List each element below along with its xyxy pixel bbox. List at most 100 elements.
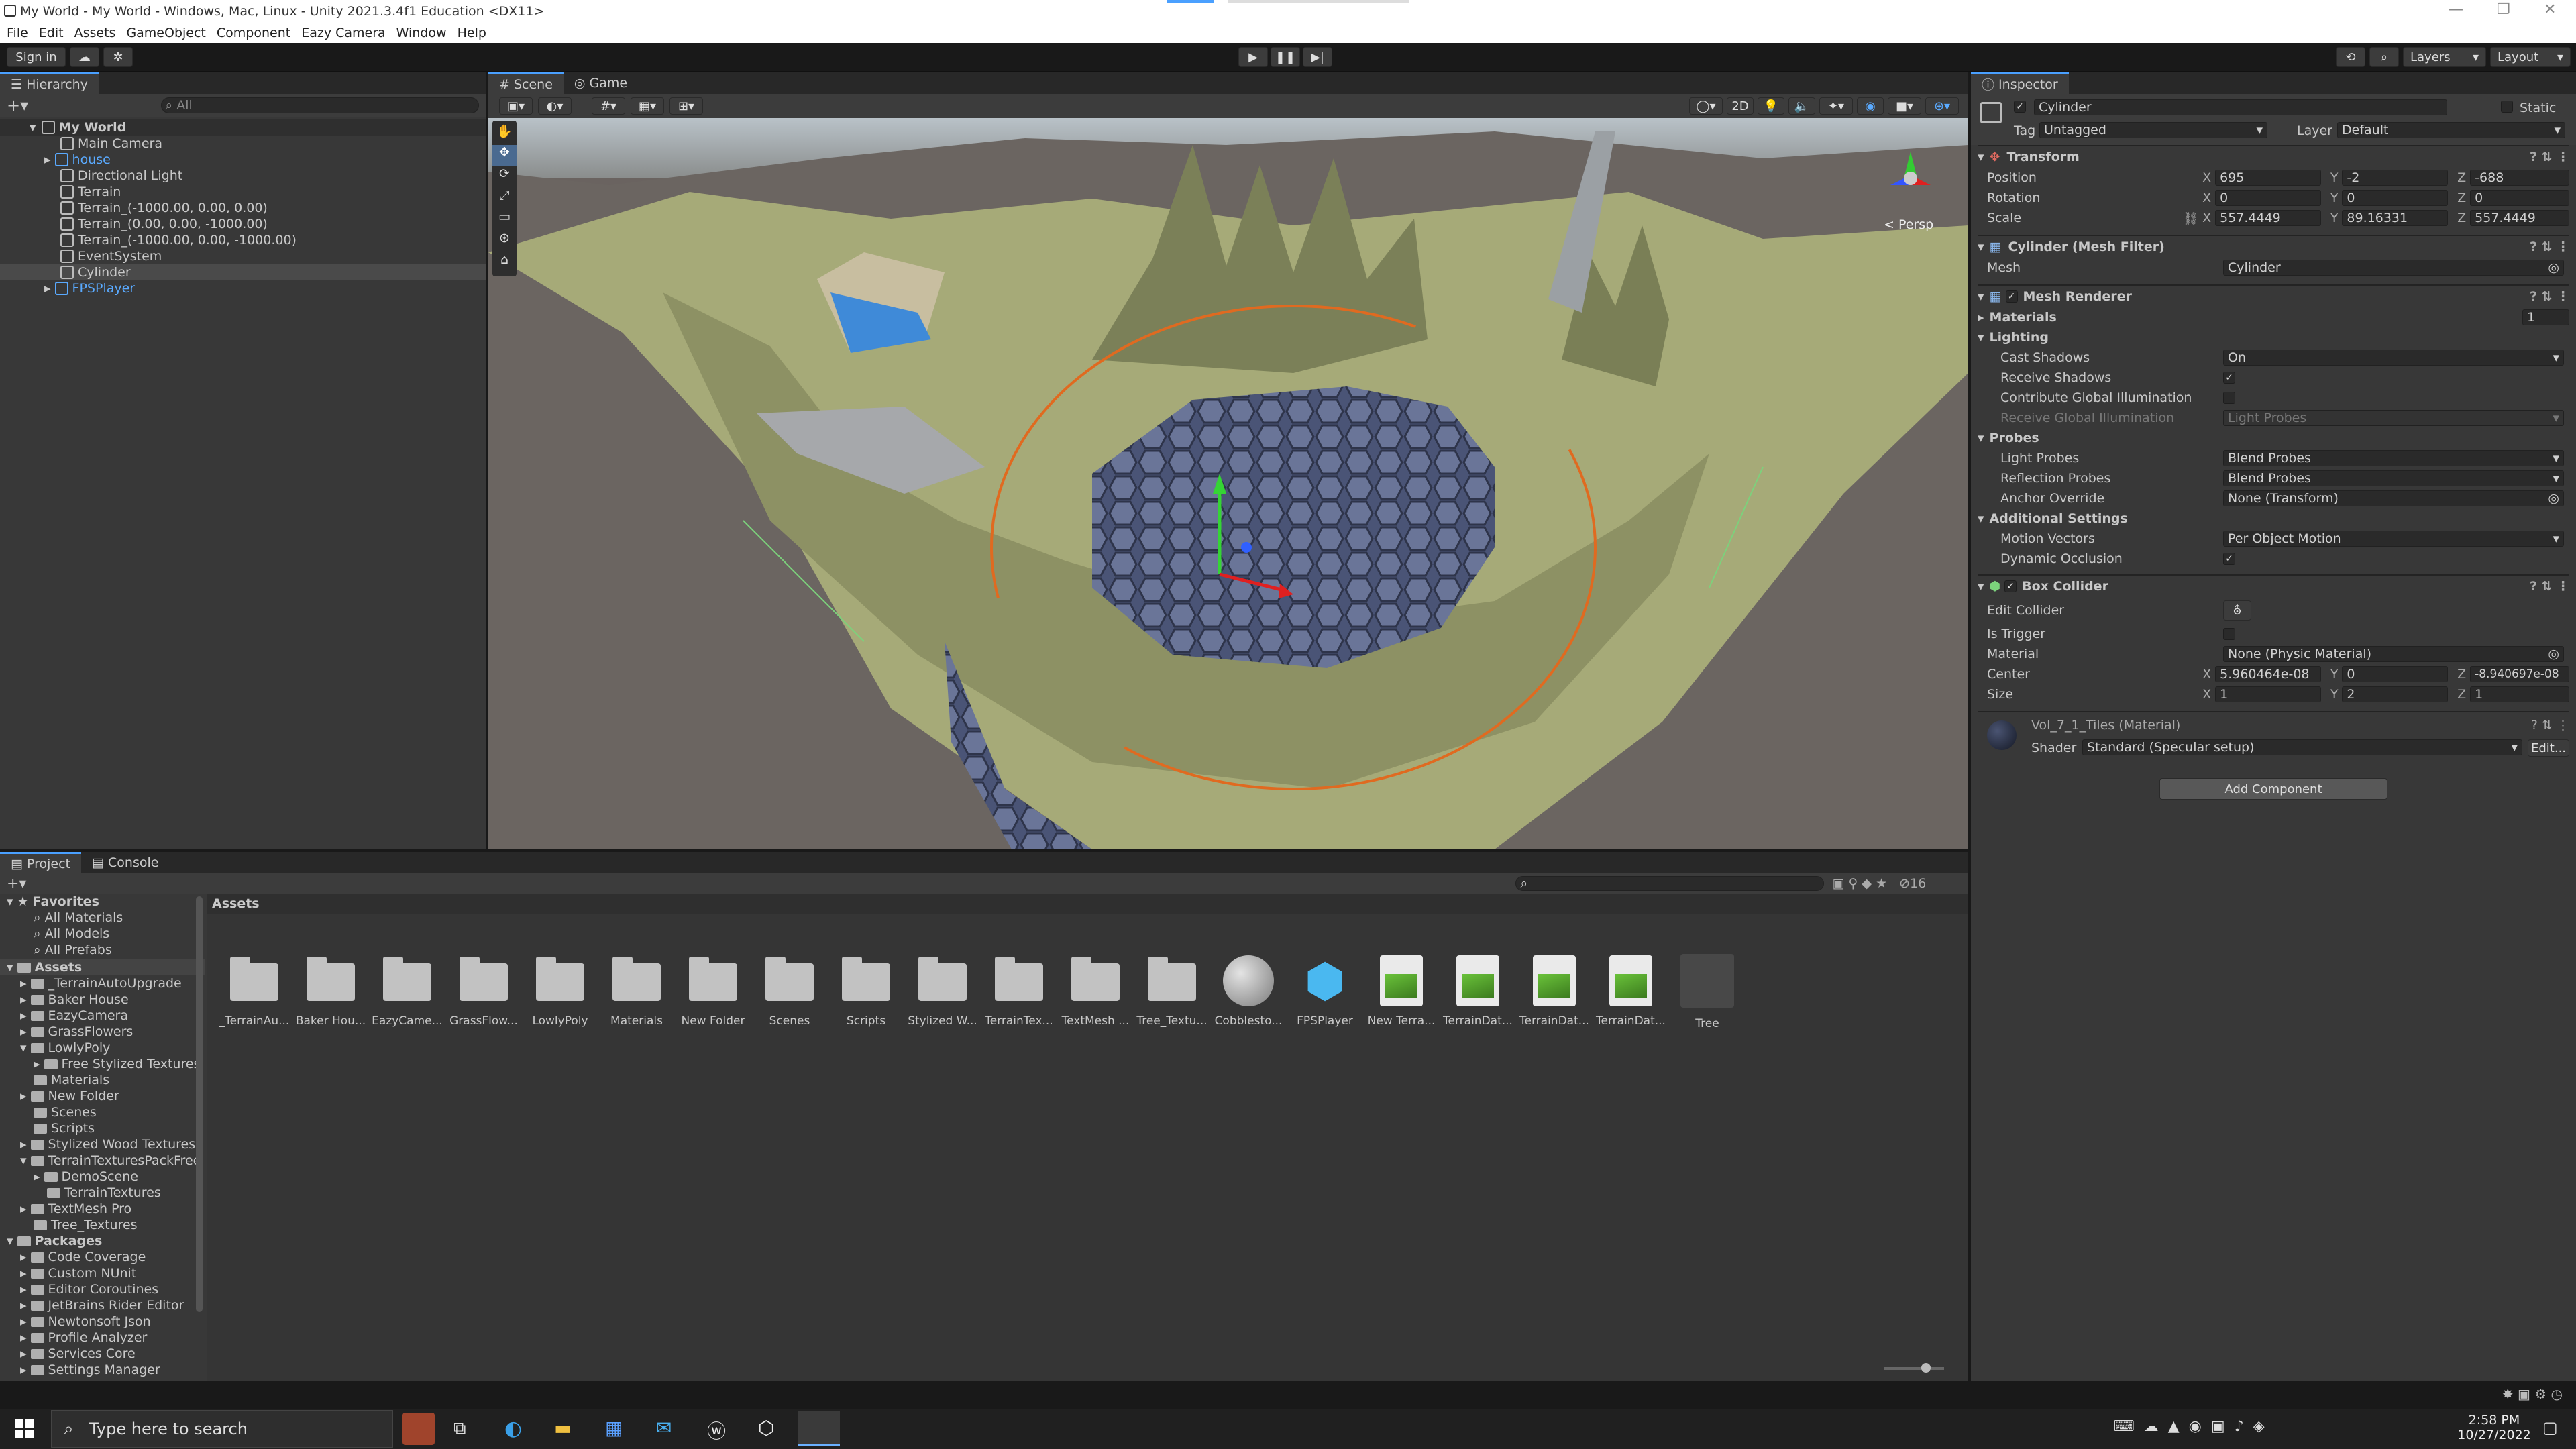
scale-x-field[interactable]: 557.4449 bbox=[2215, 210, 2321, 226]
asset-item[interactable]: New Folder bbox=[675, 957, 751, 1028]
icon-size-slider-thumb[interactable] bbox=[1921, 1363, 1931, 1373]
unity-hub-icon[interactable]: ⬡ bbox=[758, 1417, 774, 1439]
transform-tool-icon[interactable]: ⊛ bbox=[492, 231, 517, 252]
hierarchy-item-terrain-2[interactable]: Terrain_(0.00, 0.00, -1000.00) bbox=[0, 216, 486, 232]
collab-icon[interactable]: ✲ bbox=[103, 47, 133, 67]
center-y-field[interactable]: 0 bbox=[2342, 666, 2449, 682]
rotate-tool-icon[interactable]: ⟳ bbox=[492, 166, 517, 188]
asset-item[interactable]: Stylized W... bbox=[904, 957, 981, 1028]
tree-package[interactable]: ▸ Editor Coroutines bbox=[0, 1281, 205, 1297]
hierarchy-search-input[interactable]: ⌕ All bbox=[160, 97, 479, 113]
anchor-override-field[interactable]: None (Transform) ◎ bbox=[2223, 490, 2564, 506]
rotation-y-field[interactable]: 0 bbox=[2342, 190, 2449, 206]
menu-window[interactable]: Window bbox=[396, 25, 447, 40]
favorites-root[interactable]: ▾ ★ Favorites bbox=[0, 894, 205, 910]
packages-root[interactable]: ▾ Packages bbox=[0, 1233, 205, 1249]
tree-package[interactable]: ▸ Settings Manager bbox=[0, 1362, 205, 1378]
tab-console[interactable]: ▤ Console bbox=[81, 852, 169, 873]
taskbar-clock[interactable]: 2:58 PM 10/27/2022 bbox=[2454, 1413, 2534, 1442]
custom-tool-icon[interactable]: ⌂ bbox=[492, 252, 517, 274]
draw-mode-icon[interactable]: ◐▾ bbox=[538, 97, 572, 115]
favorite-item[interactable]: ⌕ All Materials bbox=[0, 910, 205, 926]
edge-icon[interactable]: ◐ bbox=[504, 1417, 522, 1440]
2d-toggle[interactable]: 2D bbox=[1727, 97, 1754, 115]
object-picker-icon[interactable]: ◎ bbox=[2548, 647, 2559, 661]
assets-root[interactable]: ▾ Assets bbox=[0, 959, 205, 975]
size-x-field[interactable]: 1 bbox=[2215, 686, 2321, 702]
link-icon[interactable]: ⛓ bbox=[2183, 211, 2203, 226]
move-tool-icon[interactable]: ✥ bbox=[492, 145, 517, 166]
tab-scene[interactable]: # Scene bbox=[488, 72, 564, 94]
object-picker-icon[interactable]: ◎ bbox=[2548, 260, 2559, 275]
hierarchy-item-directional-light[interactable]: Directional Light bbox=[0, 168, 486, 184]
reflection-probes-dropdown[interactable]: Blend Probes ▾ bbox=[2223, 470, 2564, 486]
component-menu-icon[interactable]: ? ⇅ ⋮ bbox=[2530, 579, 2569, 594]
tree-package[interactable]: ▸ Profile Analyzer bbox=[0, 1330, 205, 1346]
active-checkbox[interactable]: ✓ bbox=[2014, 101, 2026, 113]
position-y-field[interactable]: -2 bbox=[2342, 170, 2449, 186]
hidden-objects-icon[interactable]: ◉ bbox=[1857, 97, 1884, 115]
tree-folder[interactable]: ▸ Stylized Wood Textures bbox=[0, 1136, 205, 1152]
scene-viewport[interactable]: < Persp ✋ ✥ ⟳ ⤢ ▭ ⊛ ⌂ bbox=[488, 118, 1968, 849]
search-icon[interactable]: ⌕ bbox=[2369, 47, 2399, 67]
expand-icon[interactable]: ▾ bbox=[30, 120, 36, 135]
materials-count-field[interactable]: 1 bbox=[2522, 309, 2569, 325]
tag-dropdown[interactable]: Untagged ▾ bbox=[2039, 122, 2267, 138]
history-icon[interactable]: ⟲ bbox=[2336, 47, 2365, 67]
expand-icon[interactable]: ▸ bbox=[44, 152, 51, 167]
unity-editor-icon[interactable] bbox=[798, 1411, 840, 1446]
tab-inspector[interactable]: ⓘ Inspector bbox=[1971, 72, 2069, 94]
rect-tool-icon[interactable]: ▭ bbox=[492, 209, 517, 231]
favorite-item[interactable]: ⌕ All Prefabs bbox=[0, 942, 205, 958]
asset-item[interactable]: Baker Hou... bbox=[292, 957, 369, 1028]
asset-item[interactable]: Tree_Textu... bbox=[1134, 957, 1210, 1028]
edit-shader-button[interactable]: Edit... bbox=[2528, 739, 2569, 757]
add-icon[interactable]: +▾ bbox=[7, 875, 26, 892]
position-x-field[interactable]: 695 bbox=[2215, 170, 2321, 186]
asset-item[interactable]: TerrainDat... bbox=[1440, 955, 1516, 1028]
probes-row[interactable]: ▾ Probes bbox=[1978, 428, 2569, 448]
lighting-toggle-icon[interactable]: 💡 bbox=[1758, 97, 1784, 115]
close-icon[interactable]: ✕ bbox=[2544, 1, 2556, 18]
shader-dropdown[interactable]: Standard (Specular setup) ▾ bbox=[2082, 739, 2522, 755]
play-button[interactable]: ▶ bbox=[1238, 47, 1268, 67]
tree-package[interactable]: ▸ Newtonsoft Json bbox=[0, 1313, 205, 1330]
transform-header[interactable]: ▾ ✥ Transform ? ⇅ ⋮ bbox=[1978, 145, 2569, 168]
asset-item[interactable]: TerrainDat... bbox=[1516, 955, 1593, 1028]
word-icon[interactable]: ⓦ bbox=[707, 1417, 726, 1444]
menu-edit[interactable]: Edit bbox=[39, 25, 64, 40]
pause-button[interactable]: ❚❚ bbox=[1271, 47, 1300, 67]
sign-in-button[interactable]: Sign in bbox=[7, 47, 66, 67]
mesh-filter-header[interactable]: ▾ ▦ Cylinder (Mesh Filter) ? ⇅ ⋮ bbox=[1978, 235, 2569, 258]
effects-toggle-icon[interactable]: ✦▾ bbox=[1819, 97, 1853, 115]
tree-package[interactable]: ▸ JetBrains Rider Editor bbox=[0, 1297, 205, 1313]
hierarchy-item-cylinder[interactable]: Cylinder bbox=[0, 264, 486, 280]
hierarchy-item-terrain[interactable]: Terrain bbox=[0, 184, 486, 200]
menu-assets[interactable]: Assets bbox=[74, 25, 116, 40]
scene-root[interactable]: ▾ My World bbox=[0, 119, 486, 136]
rotation-x-field[interactable]: 0 bbox=[2215, 190, 2321, 206]
asset-item[interactable]: _TerrainAu... bbox=[216, 957, 292, 1028]
tree-folder[interactable]: TerrainTextures bbox=[0, 1185, 205, 1201]
box-collider-header[interactable]: ▾ ⬢ ✓ Box Collider ? ⇅ ⋮ bbox=[1978, 574, 2569, 597]
menu-help[interactable]: Help bbox=[458, 25, 486, 40]
notifications-icon[interactable]: ▢ bbox=[2542, 1418, 2558, 1437]
audio-toggle-icon[interactable]: 🔈 bbox=[1788, 97, 1815, 115]
cloud-icon[interactable]: ☁ bbox=[70, 47, 99, 67]
windows-start-icon[interactable] bbox=[15, 1419, 34, 1438]
component-menu-icon[interactable]: ? ⇅ ⋮ bbox=[2530, 289, 2569, 304]
tree-package[interactable]: ▸ Custom NUnit bbox=[0, 1265, 205, 1281]
filter-icons[interactable]: ▣ ⚲ ◆ ★ bbox=[1832, 876, 1887, 891]
hierarchy-item-terrain-1[interactable]: Terrain_(-1000.00, 0.00, 0.00) bbox=[0, 200, 486, 216]
box-collider-enabled-checkbox[interactable]: ✓ bbox=[2004, 580, 2017, 592]
mail-icon[interactable]: ✉ bbox=[656, 1417, 672, 1439]
lighting-row[interactable]: ▾ Lighting bbox=[1978, 327, 2569, 347]
tree-folder[interactable]: Scenes bbox=[0, 1104, 205, 1120]
menu-gameobject[interactable]: GameObject bbox=[126, 25, 205, 40]
add-component-button[interactable]: Add Component bbox=[2159, 778, 2387, 800]
tree-folder[interactable]: Materials bbox=[0, 1072, 205, 1088]
tree-folder[interactable]: ▾ TerrainTexturesPackFree bbox=[0, 1152, 205, 1169]
tree-folder[interactable]: ▸ TextMesh Pro bbox=[0, 1201, 205, 1217]
task-view-icon[interactable]: ⧉ bbox=[453, 1418, 466, 1439]
asset-item[interactable]: Scenes bbox=[751, 957, 828, 1028]
